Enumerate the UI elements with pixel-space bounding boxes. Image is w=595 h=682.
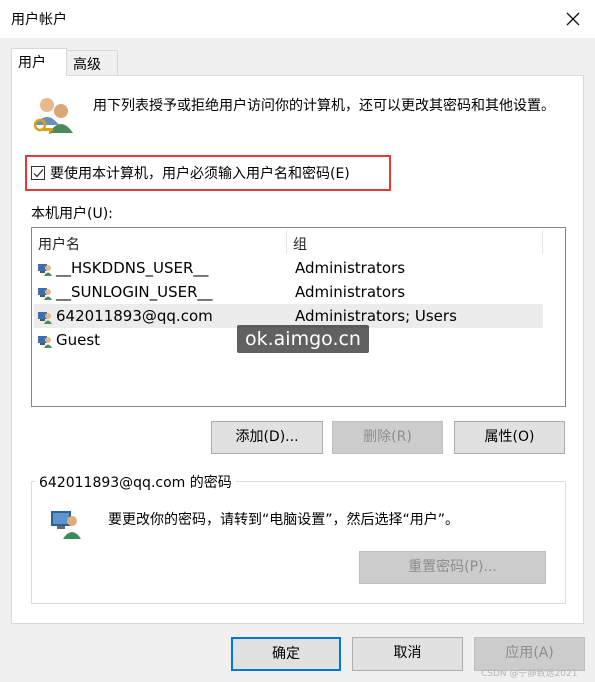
password-group-box (31, 481, 566, 604)
users-list[interactable]: 用户名 组 __HSKDDNS_USER__ Administrators __… (31, 227, 566, 407)
require-password-checkbox[interactable] (31, 166, 45, 180)
user-icon (38, 288, 52, 300)
reset-password-button[interactable]: 重置密码(P)... (359, 551, 546, 584)
user-icon (38, 312, 52, 324)
column-header-username[interactable]: 用户名 (38, 234, 80, 254)
table-row[interactable]: __HSKDDNS_USER__ Administrators (34, 256, 543, 280)
row-username: 642011893@qq.com (56, 307, 213, 325)
password-group-title: 642011893@qq.com 的密码 (35, 472, 236, 492)
cancel-button[interactable]: 取消 (352, 637, 463, 671)
password-info-text: 要更改你的密码，请转到“电脑设置”，然后选择“用户”。 (108, 512, 460, 528)
user-icon (38, 264, 52, 276)
users-key-icon (33, 98, 73, 134)
footer-watermark: CSDN @宁静致远2021 (481, 669, 578, 679)
ok-button[interactable]: 确定 (231, 637, 341, 671)
user-monitor-icon (51, 511, 81, 539)
tab-users[interactable]: 用户 (11, 48, 67, 76)
delete-user-button[interactable]: 删除(R) (332, 421, 443, 454)
intro-text: 用下列表授予或拒绝用户访问你的计算机，还可以更改其密码和其他设置。 (93, 98, 555, 114)
title-bar (0, 0, 595, 38)
column-separator[interactable] (286, 230, 287, 254)
require-password-label[interactable]: 要使用本计算机，用户必须输入用户名和密码(E) (50, 163, 350, 183)
window-title: 用户帐户 (11, 12, 67, 28)
row-username: __SUNLOGIN_USER__ (56, 283, 213, 301)
row-username: __HSKDDNS_USER__ (56, 259, 209, 277)
checkmark-icon (33, 169, 44, 178)
table-row[interactable]: __SUNLOGIN_USER__ Administrators (34, 280, 543, 304)
local-users-label: 本机用户(U): (31, 206, 113, 222)
row-group: Administrators (295, 259, 406, 277)
properties-button[interactable]: 属性(O) (454, 421, 565, 454)
column-separator[interactable] (542, 230, 543, 254)
row-username: Guest (56, 331, 101, 349)
tab-advanced[interactable]: 高级 (66, 50, 118, 76)
add-user-button[interactable]: 添加(D)... (211, 421, 323, 454)
close-button[interactable] (553, 2, 593, 36)
user-icon (38, 336, 52, 348)
watermark-overlay: ok.aimgo.cn (237, 325, 369, 353)
row-group: Administrators (295, 283, 406, 301)
close-icon (566, 12, 580, 26)
row-group: Administrators; Users (295, 307, 457, 325)
column-header-group[interactable]: 组 (293, 234, 307, 254)
